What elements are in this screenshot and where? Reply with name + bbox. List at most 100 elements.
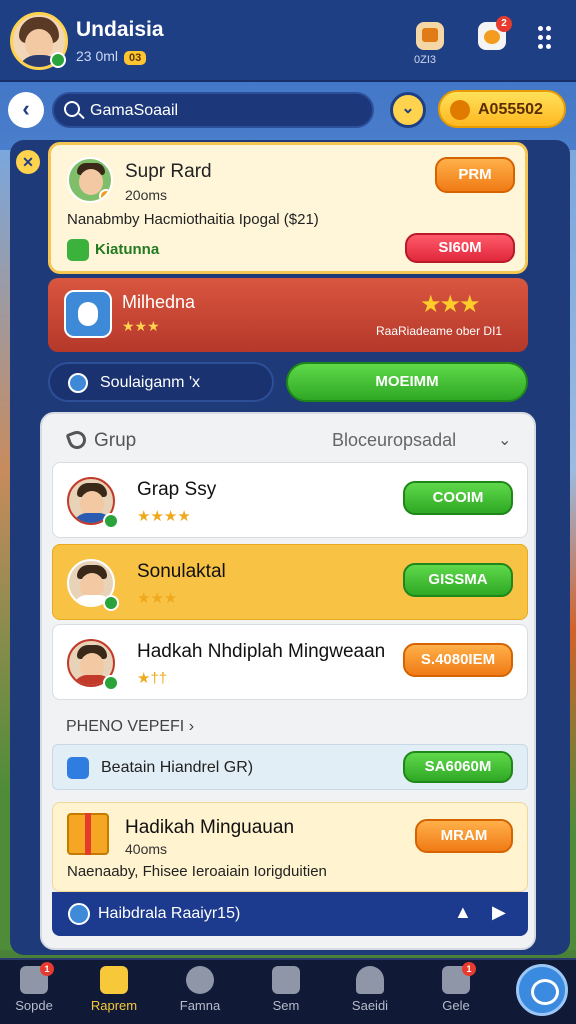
- promo-card[interactable]: Milhedna ★★★ ★★★ RaaRiadeame ober DI1: [48, 278, 528, 352]
- promo-title: Milhedna: [122, 292, 196, 312]
- back-button[interactable]: ‹: [8, 92, 44, 128]
- nav-item-sopde[interactable]: 1 Sopde: [0, 962, 74, 1013]
- user-name: Undaisia: [76, 18, 164, 41]
- user-icon: [356, 966, 384, 994]
- notification-icon[interactable]: 2: [476, 16, 512, 54]
- coin-value: A055502: [478, 101, 543, 118]
- bottom-bar-text: Haibdrala Raaiyr15): [98, 905, 241, 922]
- notification-badge: 2: [496, 16, 512, 32]
- group-card: Grup Bloceuropsadal ⌄ Grap Ssy ★★★★ COOI…: [40, 412, 536, 950]
- phone-icon: [65, 428, 89, 452]
- featured-card[interactable]: Supr Rard 20oms Nanabmby Hacmiothaitia I…: [48, 142, 528, 274]
- row-button[interactable]: S.4080IEM: [403, 643, 513, 677]
- featured-title: Supr Rard: [125, 161, 212, 182]
- line-row-button[interactable]: SA6060M: [403, 751, 513, 783]
- app-icon: [67, 757, 89, 779]
- group-filter[interactable]: Bloceuropsadal: [332, 430, 456, 451]
- row-name: Grap Ssy: [137, 479, 217, 500]
- line-row-text: Beatain Hiandrel GR): [101, 759, 254, 776]
- nav-item-gele[interactable]: 1 Gele: [416, 962, 496, 1013]
- search-icon: [64, 101, 80, 117]
- row-name: Hadkah Nhdiplah Mingweaan: [137, 641, 386, 662]
- list-item[interactable]: Sonulaktal ★★★ GISSMA: [52, 544, 528, 620]
- nav-label: Saeidi: [351, 998, 389, 1013]
- rating-stars-icon: ★★★: [420, 291, 481, 318]
- app-icon: [64, 290, 112, 338]
- action-left-label: Soulaiganm 'x: [100, 374, 200, 391]
- chevron-down-icon[interactable]: ⌄: [498, 430, 511, 450]
- featured-tag: Kiatunna: [67, 239, 159, 261]
- coin-balance[interactable]: A055502: [438, 90, 566, 128]
- gift-button[interactable]: MRAM: [415, 819, 513, 853]
- check-icon: [68, 373, 88, 393]
- search-icon: [186, 966, 214, 994]
- tag-icon: [67, 239, 89, 261]
- verified-badge-icon: [103, 675, 119, 691]
- chat-icon[interactable]: [516, 964, 568, 1016]
- gift-name: Hadikah Minguauan: [125, 817, 295, 838]
- user-sub: 23 0ml 03: [76, 48, 147, 65]
- featured-sub: 20oms: [125, 187, 168, 203]
- inbox-caption: 0ZI3: [414, 54, 437, 66]
- row-stars: ★††: [137, 670, 168, 687]
- nav-label: Famna: [179, 998, 221, 1013]
- section-link[interactable]: PHENO VEPEFI ›: [66, 718, 194, 736]
- row-button[interactable]: GISSMA: [403, 563, 513, 597]
- nav-label: Sem: [272, 998, 300, 1013]
- featured-top-button[interactable]: PRM: [435, 157, 515, 193]
- section-link-label: PHENO VEPEFI: [66, 718, 185, 735]
- gift-desc: Naenaaby, Fhisee Ieroaiain Iorigduitien: [67, 863, 327, 880]
- nav-badge: 1: [40, 962, 54, 976]
- check-icon: [68, 903, 90, 925]
- row-name: Sonulaktal: [137, 561, 226, 582]
- group-title: Grup: [94, 430, 137, 451]
- verified-badge-icon: [103, 595, 119, 611]
- promo-stars: ★★★: [122, 318, 160, 334]
- nav-item-saeidi[interactable]: Saeidi: [330, 966, 410, 1013]
- calendar-icon: [272, 966, 300, 994]
- coin-icon: [450, 100, 470, 120]
- avatar: [67, 157, 113, 203]
- nav-badge: 1: [462, 962, 476, 976]
- nav-item-raprem[interactable]: Raprem: [74, 966, 154, 1013]
- nav-label: Raprem: [90, 998, 138, 1013]
- user-sub-text: 23 0ml: [76, 48, 119, 64]
- nav-item-famna[interactable]: Famna: [160, 966, 240, 1013]
- gift-sub: 40oms: [125, 841, 168, 857]
- chevron-down-icon[interactable]: ⌄: [390, 92, 426, 128]
- gift-card[interactable]: Hadikah Minguauan 40oms Naenaaby, Fhisee…: [52, 802, 528, 892]
- action-pill-right[interactable]: MOEIMM: [286, 362, 528, 402]
- close-icon[interactable]: ✕: [16, 150, 40, 174]
- level-badge: 03: [124, 51, 147, 65]
- search-value: GamaSoaail: [90, 102, 179, 119]
- promo-note: RaaRiadeame ober DI1: [376, 324, 503, 338]
- row-stars: ★★★: [137, 590, 178, 607]
- bottom-bar[interactable]: Haibdrala Raaiyr15) ▲ ▶: [52, 892, 528, 936]
- list-item[interactable]: Hadkah Nhdiplah Mingweaan ★†† S.4080IEM: [52, 624, 528, 700]
- store-icon: [100, 966, 128, 994]
- featured-desc: Nanabmby Hacmiothaitia Ipogal ($21): [67, 211, 319, 228]
- lock-icon: 1: [442, 962, 476, 994]
- row-stars: ★★★★: [137, 508, 191, 525]
- featured-tag-label: Kiatunna: [95, 240, 160, 258]
- row-button[interactable]: COOIM: [403, 481, 513, 515]
- bottom-nav: 1 Sopde Raprem Famna Sem Saeidi 1 Gele: [0, 958, 576, 1024]
- gift-icon: [67, 813, 109, 855]
- arrow-up-icon[interactable]: ▲: [454, 902, 472, 923]
- line-row[interactable]: Beatain Hiandrel GR) SA6060M: [52, 744, 528, 790]
- inbox-icon[interactable]: [414, 20, 448, 54]
- play-icon[interactable]: ▶: [492, 902, 506, 923]
- group-header: Grup: [65, 428, 137, 452]
- search-input[interactable]: GamaSoaail: [52, 92, 374, 128]
- verified-badge-icon: [103, 513, 119, 529]
- dots-vertical-icon[interactable]: [538, 26, 556, 50]
- verified-badge-icon: [50, 52, 66, 68]
- action-pill-left[interactable]: Soulaiganm 'x: [48, 362, 274, 402]
- nav-label: Gele: [442, 998, 470, 1013]
- home-icon: 1: [20, 962, 54, 994]
- featured-bottom-button[interactable]: SI60M: [405, 233, 515, 263]
- nav-item-sem[interactable]: Sem: [246, 966, 326, 1013]
- header: Undaisia 23 0ml 03 0ZI3 2: [0, 0, 576, 82]
- list-item[interactable]: Grap Ssy ★★★★ COOIM: [52, 462, 528, 538]
- nav-label: Sopde: [15, 998, 53, 1013]
